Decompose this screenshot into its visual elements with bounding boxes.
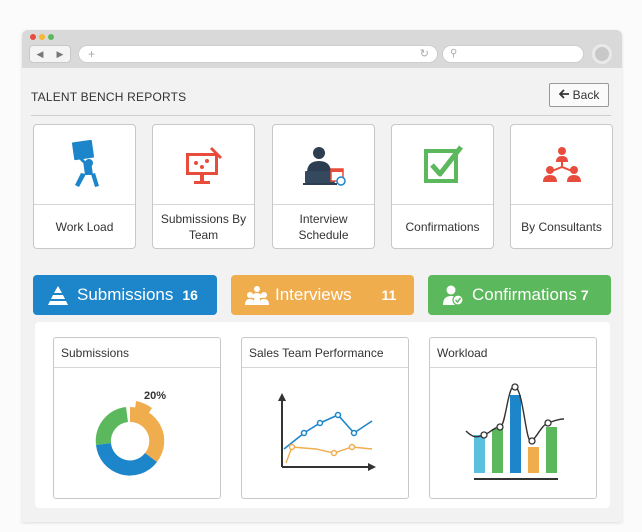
new-tab-icon[interactable]: + <box>88 46 95 62</box>
tile-submissions-by-team[interactable]: Submissions By Team <box>152 124 255 249</box>
stat-submissions[interactable]: Submissions 16 <box>33 275 217 315</box>
forward-arrow-icon[interactable]: ▶ <box>57 49 64 60</box>
tile-label: Interview Schedule <box>298 212 349 242</box>
chart-title: Sales Team Performance <box>242 338 408 368</box>
tile-confirmations[interactable]: Confirmations <box>391 124 494 249</box>
close-dot-icon[interactable] <box>30 34 36 40</box>
minimize-dot-icon[interactable] <box>39 34 45 40</box>
tile-label: By Consultants <box>521 220 602 234</box>
user-check-icon <box>442 284 464 306</box>
team-hierarchy-icon <box>511 125 612 205</box>
bar-line-chart-icon <box>465 383 565 480</box>
page-title: TALENT BENCH REPORTS <box>31 90 187 104</box>
address-bar[interactable]: + ↻ <box>78 45 438 63</box>
chart-card-workload[interactable]: Workload <box>429 337 597 499</box>
monitor-presentation-icon <box>153 125 254 205</box>
donut-callout: 20% <box>144 390 166 402</box>
checkbox-icon <box>392 125 493 205</box>
tile-by-consultants[interactable]: By Consultants <box>510 124 613 249</box>
stat-confirmations[interactable]: Confirmations 7 <box>428 275 611 315</box>
chart-title: Workload <box>430 338 596 368</box>
tile-label: Submissions By Team <box>160 212 247 242</box>
browser-window: ◀ ▶ + ↻ ⚲ TALENT BENCH REPORTS Back Work… <box>22 30 622 522</box>
chart-card-submissions[interactable]: Submissions 20% <box>53 337 221 499</box>
menu-circle-icon[interactable] <box>592 44 612 64</box>
stat-label: Interviews <box>275 285 352 304</box>
worker-carrying-box-icon <box>34 125 135 205</box>
pyramid-icon <box>47 284 69 306</box>
stat-count: 11 <box>381 287 397 303</box>
people-group-icon <box>245 284 269 306</box>
search-icon: ⚲ <box>450 48 458 59</box>
arrow-left-icon <box>558 88 570 102</box>
stat-count: 7 <box>580 287 589 303</box>
page-content: TALENT BENCH REPORTS Back Work Load Subm… <box>22 68 622 522</box>
tile-label: Work Load <box>55 220 114 234</box>
charts-panel: Submissions 20% Sales Team Performance W… <box>35 322 610 508</box>
line-chart-icon <box>278 393 376 471</box>
back-arrow-icon[interactable]: ◀ <box>37 49 44 60</box>
person-laptop-calendar-icon <box>273 125 374 205</box>
stat-label: Confirmations <box>472 285 577 304</box>
tile-work-load[interactable]: Work Load <box>33 124 136 249</box>
back-button-label: Back <box>572 88 600 102</box>
stat-label: Submissions <box>77 285 174 304</box>
tile-interview-schedule[interactable]: Interview Schedule <box>272 124 375 249</box>
stat-count: 16 <box>182 287 198 303</box>
chart-card-sales-team-performance[interactable]: Sales Team Performance <box>241 337 409 499</box>
back-button[interactable]: Back <box>549 83 609 107</box>
donut-chart-icon: 20% <box>95 390 166 476</box>
stat-interviews[interactable]: Interviews 11 <box>231 275 414 315</box>
reload-icon[interactable]: ↻ <box>420 46 429 62</box>
maximize-dot-icon[interactable] <box>48 34 54 40</box>
nav-buttons: ◀ ▶ <box>29 45 71 63</box>
divider <box>31 115 611 116</box>
browser-chrome: ◀ ▶ + ↻ ⚲ <box>22 30 622 68</box>
chart-title: Submissions <box>54 338 220 368</box>
tile-label: Confirmations <box>405 220 480 234</box>
search-bar[interactable]: ⚲ <box>442 45 584 63</box>
